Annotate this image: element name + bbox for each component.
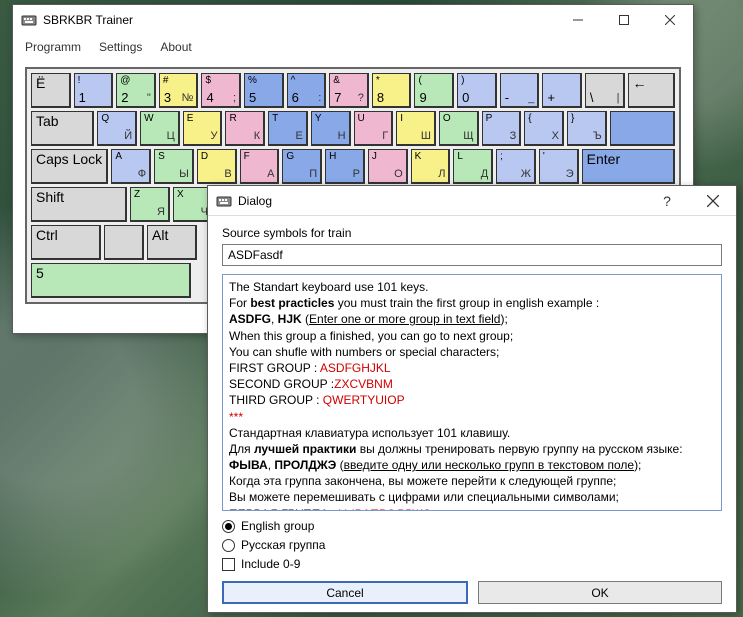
keyboard-key[interactable]: +: [542, 73, 582, 108]
checkbox-include-09-label: Include 0-9: [241, 557, 300, 571]
keyboard-key[interactable]: WЦ: [140, 111, 180, 146]
keyboard-key[interactable]: YН: [311, 111, 351, 146]
keyboard-key[interactable]: 5: [31, 263, 191, 298]
keyboard-key[interactable]: Tab: [31, 111, 94, 146]
keyboard-key[interactable]: Ё: [31, 73, 71, 108]
keyboard-key[interactable]: -_: [500, 73, 540, 108]
keyboard-key[interactable]: OЩ: [439, 111, 479, 146]
radio-russian-label: Русская группа: [241, 538, 325, 552]
radio-russian-row[interactable]: Русская группа: [222, 538, 722, 552]
radio-english-row[interactable]: English group: [222, 519, 722, 533]
keyboard-key[interactable]: )0: [457, 73, 497, 108]
keyboard-key[interactable]: #3№: [159, 73, 199, 108]
include-09-row[interactable]: Include 0-9: [222, 557, 722, 571]
dialog-titlebar: Dialog ?: [208, 186, 736, 216]
keyboard-key[interactable]: ZЯ: [130, 187, 170, 222]
info-line: SECOND GROUP :ZXCVBNM: [229, 376, 715, 392]
info-line: FIRST GROUP : ASDFGHJKL: [229, 360, 715, 376]
keyboard-key[interactable]: ^6:: [287, 73, 327, 108]
keyboard-key[interactable]: TЕ: [268, 111, 308, 146]
info-line: You can shufle with numbers or special c…: [229, 344, 715, 360]
dialog-title: Dialog: [238, 194, 644, 208]
keyboard-key[interactable]: !1: [74, 73, 114, 108]
info-line: For best practicles you must train the f…: [229, 295, 715, 311]
keyboard-key[interactable]: UГ: [354, 111, 394, 146]
keyboard-key[interactable]: [104, 225, 144, 260]
keyboard-key[interactable]: &7?: [329, 73, 369, 108]
keyboard-key[interactable]: JО: [368, 149, 408, 184]
minimize-button[interactable]: [555, 5, 601, 35]
keyboard-key[interactable]: *8: [372, 73, 412, 108]
main-titlebar: SBRKBR Trainer: [13, 5, 693, 35]
keyboard-key[interactable]: FА: [240, 149, 280, 184]
info-line: Когда эта группа закончена, вы можете пе…: [229, 473, 715, 489]
close-button[interactable]: [647, 5, 693, 35]
info-line: Вы можете перемешивать с цифрами или спе…: [229, 489, 715, 505]
ok-button[interactable]: OK: [478, 581, 722, 604]
keyboard-key[interactable]: ;Ж: [496, 149, 536, 184]
radio-english-label: English group: [241, 519, 314, 533]
dialog-window: Dialog ? Source symbols for train The St…: [207, 185, 737, 613]
app-icon: [21, 12, 37, 28]
keyboard-key[interactable]: KЛ: [411, 149, 451, 184]
info-line: ПЕРВАЯ ГРУППА: ФЫВАПРОЛДЖЭ: [229, 506, 715, 511]
keyboard-key[interactable]: \|: [585, 73, 625, 108]
info-line: When this group a finished, you can go t…: [229, 328, 715, 344]
keyboard-key[interactable]: PЗ: [482, 111, 522, 146]
help-button[interactable]: ?: [644, 193, 690, 209]
menu-programm[interactable]: Programm: [25, 40, 81, 54]
menu-settings[interactable]: Settings: [99, 40, 142, 54]
keyboard-key[interactable]: }Ъ: [567, 111, 607, 146]
keyboard-key[interactable]: GП: [282, 149, 322, 184]
keyboard-key[interactable]: LД: [453, 149, 493, 184]
maximize-button[interactable]: [601, 5, 647, 35]
dialog-close-button[interactable]: [690, 186, 736, 216]
info-line: THIRD GROUP : QWERTYUIOP: [229, 392, 715, 408]
keyboard-key[interactable]: Enter: [582, 149, 675, 184]
keyboard-key[interactable]: Alt: [147, 225, 197, 260]
keyboard-key[interactable]: RК: [225, 111, 265, 146]
info-line: ФЫВА, ПРОЛДЖЭ (введите одну или нескольк…: [229, 457, 715, 473]
radio-russian[interactable]: [222, 539, 235, 552]
dialog-icon: [216, 193, 232, 209]
keyboard-key[interactable]: @2": [116, 73, 156, 108]
keyboard-key[interactable]: ←: [628, 73, 676, 108]
info-line: ASDFG, HJK (Enter one or more group in t…: [229, 311, 715, 327]
info-line: ***: [229, 409, 715, 425]
keyboard-key[interactable]: SЫ: [154, 149, 194, 184]
keyboard-key[interactable]: (9: [414, 73, 454, 108]
source-input[interactable]: [222, 244, 722, 266]
keyboard-key[interactable]: {Х: [524, 111, 564, 146]
keyboard-key[interactable]: $4;: [201, 73, 241, 108]
info-line: Для лучшей практики вы должны тренироват…: [229, 441, 715, 457]
info-line: Стандартная клавиатура использует 101 кл…: [229, 425, 715, 441]
keyboard-key[interactable]: QЙ: [97, 111, 137, 146]
keyboard-key[interactable]: EУ: [183, 111, 223, 146]
source-label: Source symbols for train: [222, 226, 722, 240]
keyboard-key[interactable]: Shift: [31, 187, 127, 222]
checkbox-include-09[interactable]: [222, 558, 235, 571]
main-title: SBRKBR Trainer: [43, 13, 555, 27]
keyboard-key[interactable]: %5: [244, 73, 284, 108]
keyboard-key[interactable]: [610, 111, 675, 146]
info-line: The Standart keyboard use 101 keys.: [229, 279, 715, 295]
keyboard-key[interactable]: Caps Lock: [31, 149, 108, 184]
radio-english[interactable]: [222, 520, 235, 533]
keyboard-key[interactable]: AФ: [111, 149, 151, 184]
menubar: Programm Settings About: [13, 35, 693, 59]
keyboard-key[interactable]: Ctrl: [31, 225, 101, 260]
keyboard-key[interactable]: IШ: [396, 111, 436, 146]
keyboard-key[interactable]: DВ: [197, 149, 237, 184]
info-textbox[interactable]: The Standart keyboard use 101 keys. For …: [222, 274, 722, 511]
cancel-button[interactable]: Cancel: [222, 581, 468, 604]
keyboard-key[interactable]: 'Э: [539, 149, 579, 184]
keyboard-key[interactable]: HР: [325, 149, 365, 184]
menu-about[interactable]: About: [160, 40, 191, 54]
